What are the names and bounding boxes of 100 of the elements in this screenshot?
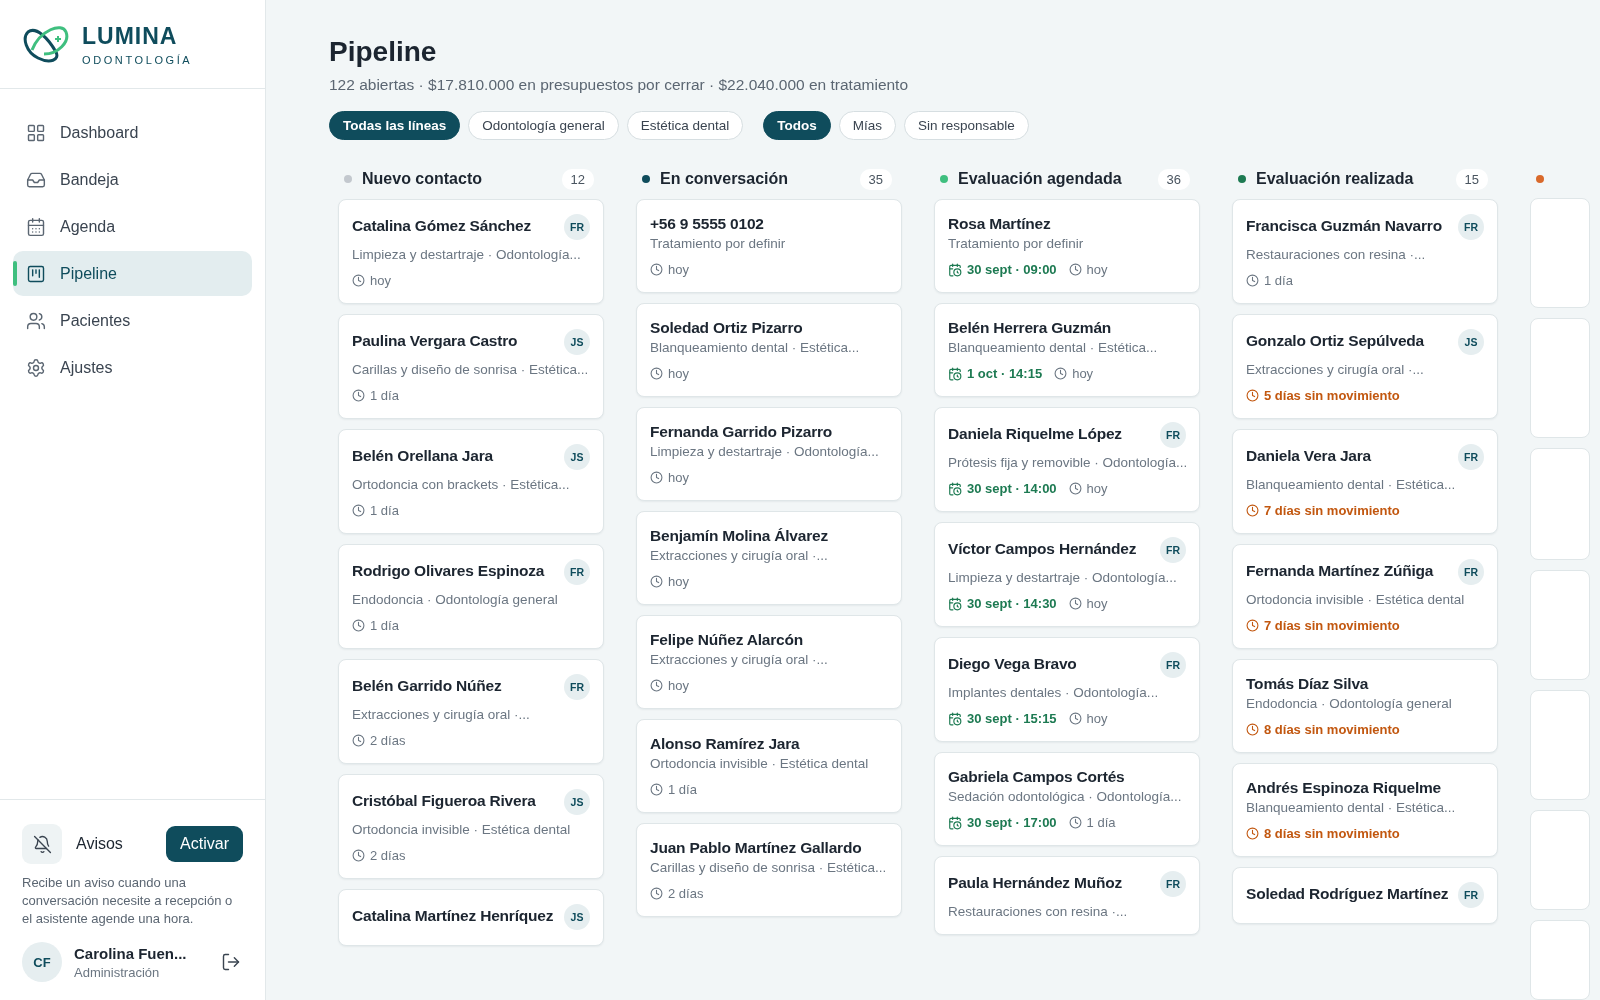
lead-name: Paula Hernández Muñoz (948, 873, 1124, 893)
lead-card[interactable]: Francisca Guzmán Navarro FR Restauraciones con resina ·... 1 día (1232, 199, 1498, 304)
lead-card[interactable]: Gabriela Campos Cortés Sedación odontológica · Odontología... 30 sept · 17:00 1 día (934, 752, 1200, 846)
lead-card[interactable] (1530, 448, 1590, 560)
lead-card[interactable]: Tomás Díaz Silva Endodoncia · Odontología general 8 días sin movimiento (1232, 659, 1498, 753)
treatment-text: Blanqueamiento dental · Estética... (948, 340, 1159, 355)
lead-card[interactable]: +56 9 5555 0102 Tratamiento por definir hoy (636, 199, 902, 293)
lead-card[interactable]: Andrés Espinoza Riquelme Blanqueamiento dental · Estética... 8 días sin movimiento (1232, 763, 1498, 857)
treatment-text: Ortodoncia con brackets · Estética... (352, 477, 571, 492)
activate-button[interactable]: Activar (166, 826, 243, 862)
lead-card[interactable] (1530, 810, 1590, 910)
clock-icon (352, 504, 365, 517)
lead-card[interactable]: Soledad Ortiz Pizarro Blanqueamiento dental · Estética... hoy (636, 303, 902, 397)
calendar-icon (26, 216, 46, 237)
lead-name: Soledad Rodríguez Martínez (1246, 884, 1450, 904)
lead-card[interactable]: Víctor Campos Hernández FR Limpieza y destartraje · Odontología... 30 sept · 14:30 hoy (934, 522, 1200, 627)
lead-name: Felipe Núñez Alarcón (650, 630, 805, 650)
notices-label: Avisos (76, 835, 124, 853)
age-text: hoy (352, 273, 391, 288)
clock-icon (1246, 619, 1259, 632)
filter-chip[interactable]: Mías (838, 111, 896, 140)
lead-card[interactable] (1530, 570, 1590, 680)
lead-card[interactable]: Belén Garrido Núñez FR Extracciones y cirugía oral ·... 2 días (338, 659, 604, 764)
owner-avatar: JS (564, 789, 590, 815)
treatment-text: Limpieza y destartraje · Odontología... (948, 570, 1178, 585)
owner-avatar: JS (564, 329, 590, 355)
lead-card[interactable] (1530, 318, 1590, 438)
lead-name: Fernanda Martínez Zúñiga (1246, 561, 1435, 581)
lead-card[interactable]: Catalina Gómez Sánchez FR Limpieza y destartraje · Odontología... hoy (338, 199, 604, 304)
column-count: 15 (1455, 168, 1488, 190)
lead-card[interactable]: Belén Orellana Jara JS Ortodoncia con brackets · Estética... 1 día (338, 429, 604, 534)
clock-icon (352, 274, 365, 287)
treatment-text: Endodoncia · Odontología general (1246, 696, 1453, 711)
clock-icon (1068, 263, 1082, 276)
lead-card[interactable]: Fernanda Martínez Zúñiga FR Ortodoncia invisible · Estética dental 7 días sin movimiento (1232, 544, 1498, 649)
lead-card[interactable]: Diego Vega Bravo FR Implantes dentales · Odontología... 30 sept · 15:15 hoy (934, 637, 1200, 742)
age-text: hoy (1054, 366, 1094, 381)
lead-card[interactable]: Felipe Núñez Alarcón Extracciones y cirugía oral ·... hoy (636, 615, 902, 709)
bell-off-icon (22, 824, 62, 864)
owner-avatar: FR (1458, 214, 1484, 240)
lead-card[interactable]: Cristóbal Figueroa Rivera JS Ortodoncia invisible · Estética dental 2 días (338, 774, 604, 879)
lead-card[interactable]: Daniela Vera Jara FR Blanqueamiento dental · Estética... 7 días sin movimiento (1232, 429, 1498, 534)
filter-chip[interactable]: Estética dental (626, 111, 744, 140)
age-text: hoy (1068, 481, 1108, 496)
treatment-text: Carillas y diseño de sonrisa · Estética... (352, 362, 590, 377)
column-count: 35 (859, 168, 892, 190)
lead-card[interactable]: Fernanda Garrido Pizarro Limpieza y destartraje · Odontología... hoy (636, 407, 902, 501)
calendar-icon (948, 262, 962, 277)
lead-name: Tomás Díaz Silva (1246, 674, 1370, 694)
lead-name: Gonzalo Ortiz Sepúlveda (1246, 331, 1426, 351)
treatment-text: Ortodoncia invisible · Estética dental (352, 822, 572, 837)
column-title: Evaluación agendada (958, 170, 1123, 188)
lead-card[interactable]: Rosa Martínez Tratamiento por definir 30 sept · 09:00 hoy (934, 199, 1200, 293)
appointment-date: 30 sept · 15:15 (948, 711, 1057, 726)
filter-chip[interactable]: Todos (763, 111, 831, 140)
lead-card[interactable] (1530, 198, 1590, 308)
clock-icon (1246, 274, 1259, 287)
lead-card[interactable]: Alonso Ramírez Jara Ortodoncia invisible · Estética dental 1 día (636, 719, 902, 813)
clock-icon (1246, 389, 1259, 402)
lead-card[interactable]: Juan Pablo Martínez Gallardo Carillas y diseño de sonrisa · Estética... 2 días (636, 823, 902, 917)
lead-card[interactable]: Soledad Rodríguez Martínez FR (1232, 867, 1498, 924)
nav-item[interactable]: Pacientes (13, 298, 252, 343)
lead-card[interactable]: Benjamín Molina Álvarez Extracciones y cirugía oral ·... hoy (636, 511, 902, 605)
lead-card[interactable]: Rodrigo Olivares Espinoza FR Endodoncia · Odontología general 1 día (338, 544, 604, 649)
lead-card[interactable] (1530, 920, 1590, 1000)
brand-tagline: ODONTOLOGÍA (82, 53, 193, 66)
lead-name: Benjamín Molina Álvarez (650, 526, 829, 546)
clock-icon (1246, 723, 1259, 736)
calendar-icon (948, 815, 962, 830)
clock-icon (352, 734, 365, 747)
lead-name: Víctor Campos Hernández (948, 539, 1138, 559)
nav-item[interactable]: Ajustes (13, 345, 252, 390)
lead-name: Catalina Gómez Sánchez (352, 216, 533, 236)
stale-warning: 5 días sin movimiento (1246, 388, 1400, 403)
filter-chip[interactable]: Sin responsable (903, 111, 1029, 140)
treatment-text: Blanqueamiento dental · Estética... (1246, 477, 1457, 492)
lead-card[interactable] (1530, 690, 1590, 800)
lead-card[interactable]: Gonzalo Ortiz Sepúlveda JS Extracciones y cirugía oral ·... 5 días sin movimiento (1232, 314, 1498, 419)
lead-card[interactable]: Paulina Vergara Castro JS Carillas y diseño de sonrisa · Estética... 1 día (338, 314, 604, 419)
lead-card[interactable]: Belén Herrera Guzmán Blanqueamiento dental · Estética... 1 oct · 14:15 hoy (934, 303, 1200, 397)
filter-chip[interactable]: Odontología general (468, 111, 619, 140)
owner-avatar: FR (564, 559, 590, 585)
clock-icon (650, 887, 663, 900)
lead-card[interactable]: Daniela Riquelme López FR Prótesis fija y removible · Odontología... 30 sept · 14:00 hoy (934, 407, 1200, 512)
pipeline-summary: 122 abiertas · $17.810.000 en presupuestos por cerrar · $22.040.000 en tratamiento (329, 76, 910, 94)
lead-card[interactable]: Catalina Martínez Henríquez JS (338, 889, 604, 946)
owner-avatar: FR (1160, 871, 1186, 897)
treatment-text: Carillas y diseño de sonrisa · Estética... (650, 860, 888, 875)
age-text: 2 días (352, 848, 406, 863)
column-title: Nuevo contacto (362, 170, 483, 188)
clock-icon (1054, 367, 1068, 380)
nav-item[interactable]: Agenda (13, 204, 252, 249)
nav-item[interactable]: Bandeja (13, 157, 252, 202)
nav-item[interactable]: Dashboard (13, 110, 252, 155)
lead-card[interactable]: Paula Hernández Muñoz FR Restauraciones con resina ·... (934, 856, 1200, 935)
lead-name: Daniela Vera Jara (1246, 446, 1373, 466)
age-text: hoy (650, 470, 689, 485)
clock-icon (352, 849, 365, 862)
nav-item[interactable]: Pipeline (13, 251, 252, 296)
filter-chip[interactable]: Todas las líneas (329, 111, 461, 140)
